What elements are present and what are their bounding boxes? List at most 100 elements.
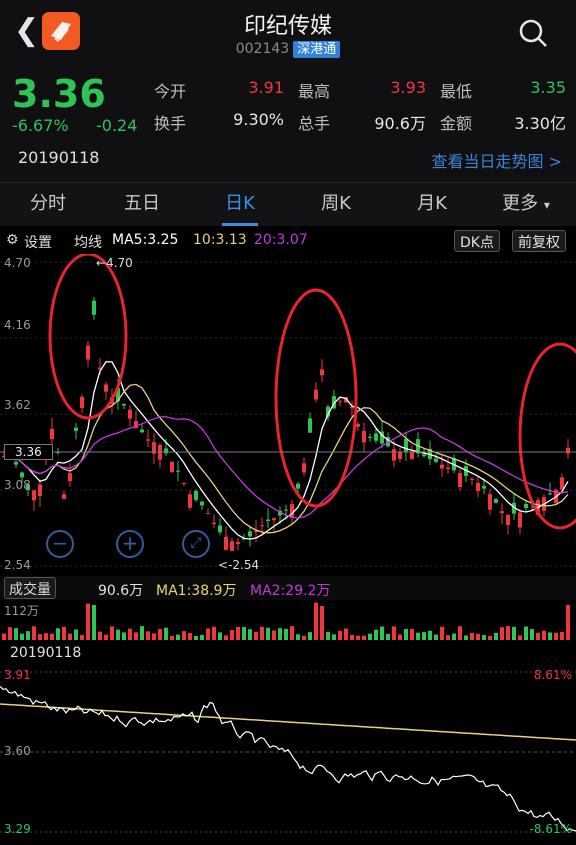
gear-icon[interactable]: ⚙ [6,232,19,248]
volume-bar [128,628,132,640]
last-price: 3.36 [12,72,106,116]
ma10-value: 10:3.13 [193,232,247,248]
tab-weekly-k[interactable]: 周K [296,189,376,215]
volume-bar [248,629,252,640]
volume-bar [152,633,156,640]
candle-body [434,458,438,462]
kline-chart[interactable] [0,254,576,574]
volume-bar [542,630,546,640]
candle-body [314,389,318,400]
volume-bar [188,633,192,640]
tab-more-label: 更多 [502,193,539,214]
tab-daily-k[interactable]: 日K [200,189,280,215]
volume-bar [38,634,42,640]
candle-body [524,503,528,509]
tab-more[interactable]: 更多 ▾ [486,189,566,215]
volume-indicator-button[interactable]: 成交量 [4,577,56,599]
candle-body [500,511,504,514]
view-trend-link[interactable]: 查看当日走势图 > [432,148,563,172]
volume-bar [416,632,420,640]
volume-bar [524,626,528,640]
zoom-out-icon[interactable]: − [46,530,74,558]
candle-body [188,494,192,508]
candle-body [320,369,324,376]
volume-bar [170,635,174,640]
candle-body [362,430,366,443]
volume-bar [44,633,48,640]
quote-panel: 3.36 -6.67% -0.24 今开 3.91 最高 3.93 最低 3.3… [0,64,576,182]
change-amount: -0.24 [96,116,138,135]
candle-body [284,509,288,511]
candle-body [566,447,570,454]
candle-body [458,473,462,488]
candle-body [92,300,96,315]
volume-bar [458,626,462,640]
y-tick: 4.70 [4,256,31,270]
volume-bar [218,632,222,640]
volume-bar [182,631,186,640]
candle-body [224,536,228,550]
stock-code: 002143 [235,41,290,57]
market-badge: 深港通 [293,41,341,58]
volume-bar [338,630,342,640]
intraday-high-pct: 8.61% [533,668,572,682]
intraday-mid-price: 3.60 [4,744,31,758]
forward-adjust-button[interactable]: 前复权 [512,230,566,252]
turnover-label: 换手 [154,114,187,133]
quote-date: 20190118 [18,148,100,167]
volume-bar [194,635,198,640]
volume-bar [506,626,510,640]
candle-body [548,493,552,495]
volume-bar [452,633,456,640]
volume-bar [104,634,108,640]
candle-body [482,485,486,489]
ma-legend-bar: ⚙ 设置 均线 MA5:3.25 10:3.13 20:3.07 DK点 前复权 [0,228,576,254]
volume-bar [110,626,114,640]
volume-bar [350,634,354,640]
search-icon[interactable] [516,16,550,50]
volume-bar [200,634,204,640]
tab-intraday[interactable]: 分时 [8,189,88,215]
zoom-in-icon[interactable]: + [116,530,144,558]
volume-bar [86,603,90,640]
volume-bar [62,626,66,640]
volume-bar [146,631,150,640]
volume-bar [494,632,498,640]
candle-body [176,470,180,472]
dk-point-button[interactable]: DK点 [454,230,500,252]
fullscreen-icon[interactable]: ⤢ [182,530,210,558]
tab-five-day[interactable]: 五日 [102,189,182,215]
candle-body [374,433,378,441]
candle-body [302,463,306,473]
volume-bar [2,633,6,640]
volume-bar [32,626,36,640]
volume-bar [74,629,78,640]
candle-body [560,477,564,490]
candle-body [398,452,402,459]
candle-body [164,448,168,454]
high-label: 最高 [298,82,331,101]
volume-bar [548,632,552,640]
candle-body [488,494,492,510]
volume-ma1: MA1:38.9万 [156,583,237,599]
volume-bar [164,627,168,640]
volume-bar [314,602,318,640]
average-price-line [0,703,576,741]
y-tick: 2.54 [4,558,31,572]
volume-bar [386,633,390,640]
volume-bar [92,605,96,640]
volume-bar [374,629,378,640]
volume-bar [422,632,426,640]
volume-bar [566,604,570,640]
volume-bar [380,626,384,640]
volume-bar [236,626,240,640]
volume-bar [176,634,180,640]
volume-bar [212,626,216,640]
candle-body [296,483,300,489]
volume-bar [98,631,102,640]
tab-monthly-k[interactable]: 月K [392,189,472,215]
amount-value: 3.30亿 [514,114,566,133]
intraday-chart [0,671,576,833]
settings-label[interactable]: 设置 [24,232,52,252]
volume-bar [8,627,12,640]
